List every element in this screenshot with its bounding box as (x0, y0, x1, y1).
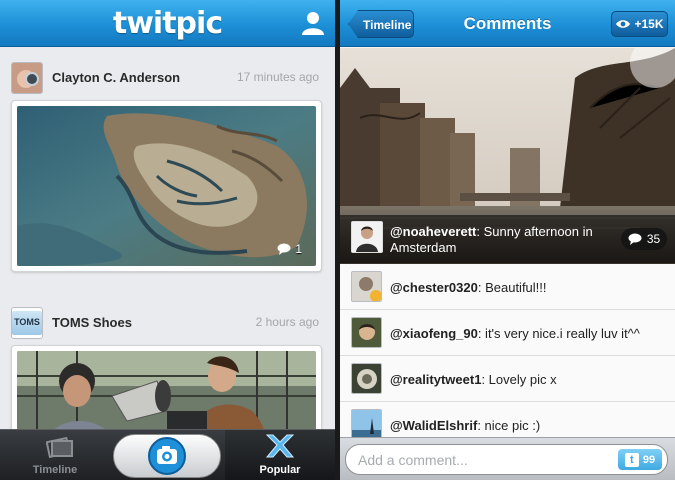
photo-caption-bar: @noaheverett: Sunny afternoon in Amsterd… (340, 215, 675, 263)
char-count: 99 (642, 453, 656, 466)
post-username[interactable]: Clayton C. Anderson (52, 70, 180, 85)
top-nav-bar: twitpic (0, 0, 335, 47)
eye-icon (616, 20, 631, 28)
tab-label: Timeline (32, 464, 78, 476)
avatar[interactable]: TOMS (11, 307, 43, 339)
views-button[interactable]: +15K (611, 11, 668, 37)
speech-bubble-icon (277, 243, 291, 255)
comment-count: 35 (646, 232, 661, 246)
ribbon-x-icon (265, 434, 295, 458)
comment-count-badge: 1 (277, 242, 302, 256)
photo-card[interactable]: 1 (11, 100, 322, 272)
comment-text: @chester0320: Beautiful!!! (390, 280, 547, 295)
tab-timeline[interactable]: Timeline (0, 430, 110, 480)
comment-username[interactable]: @WalidElshrif (390, 418, 477, 433)
comment-count-badge: 35 (621, 228, 667, 250)
camera-icon (148, 437, 186, 475)
speech-bubble-icon (628, 233, 642, 245)
comment-username[interactable]: @xiaofeng_90 (390, 326, 478, 341)
earth-aerial-photo (17, 106, 316, 266)
avatar[interactable] (351, 363, 382, 394)
avatar[interactable] (351, 409, 382, 440)
photo-caption: @noaheverett: Sunny afternoon in Amsterd… (390, 224, 620, 256)
avatar-brand-text: TOMS (14, 317, 40, 327)
comment-body: : Beautiful!!! (477, 280, 547, 295)
post-header: Clayton C. Anderson 17 minutes ago (0, 62, 335, 96)
user-photo-icon (352, 222, 382, 252)
comment-username[interactable]: @realitytweet1 (390, 372, 481, 387)
list-item[interactable]: @realitytweet1: Lovely pic x (340, 356, 675, 402)
comment-body: : nice pic :) (477, 418, 541, 433)
top-nav-bar: Comments Timeline +15K (340, 0, 675, 47)
comments-screen: Comments Timeline +15K @noaheverett: Sun… (340, 0, 675, 480)
user-photo-icon (352, 318, 381, 347)
back-button[interactable]: Timeline (348, 10, 414, 38)
post-timestamp: 2 hours ago (255, 315, 319, 329)
caption-username[interactable]: @noaheverett (390, 224, 476, 239)
user-photo-icon (352, 410, 381, 439)
post-header: TOMS TOMS Shoes 2 hours ago (0, 307, 335, 341)
comment-username[interactable]: @chester0320 (390, 280, 478, 295)
post-username[interactable]: TOMS Shoes (52, 315, 132, 330)
app-logo: twitpic (112, 6, 223, 41)
comment-input-bar: t 99 (340, 437, 675, 480)
user-photo-icon (352, 272, 381, 301)
comment-body: : Lovely pic x (481, 372, 557, 387)
camera-button[interactable] (113, 434, 221, 478)
user-photo-icon (12, 63, 42, 93)
user-photo-icon (352, 364, 381, 393)
avatar[interactable] (351, 317, 382, 348)
comment-text: @WalidElshrif: nice pic :) (390, 418, 540, 433)
comment-text: @realitytweet1: Lovely pic x (390, 372, 557, 387)
photo-stack-icon (46, 436, 73, 458)
comments-list: @chester0320: Beautiful!!! @xiaofeng_90:… (340, 264, 675, 448)
post-photo[interactable]: 1 (17, 106, 316, 266)
avatar[interactable] (351, 221, 383, 253)
tab-popular[interactable]: Popular (225, 430, 335, 480)
twitter-icon: t (624, 452, 639, 467)
twitpic-feed-screen: twitpic Clayton C. Anderson 17 minutes a… (0, 0, 335, 480)
list-item[interactable]: @chester0320: Beautiful!!! (340, 264, 675, 310)
profile-icon[interactable] (299, 9, 327, 37)
post-timestamp: 17 minutes ago (236, 70, 319, 84)
comment-text: @xiaofeng_90: it's very nice.i really lu… (390, 326, 640, 341)
avatar[interactable] (11, 62, 43, 94)
avatar[interactable] (351, 271, 382, 302)
list-item[interactable]: @xiaofeng_90: it's very nice.i really lu… (340, 310, 675, 356)
view-count: +15K (634, 17, 664, 31)
tab-label: Popular (259, 464, 301, 476)
tweet-toggle[interactable]: t 99 (618, 449, 662, 470)
comment-count: 1 (295, 242, 302, 256)
bottom-tab-bar: Timeline Popular (0, 429, 335, 480)
comment-body: : it's very nice.i really luv it^^ (477, 326, 640, 341)
